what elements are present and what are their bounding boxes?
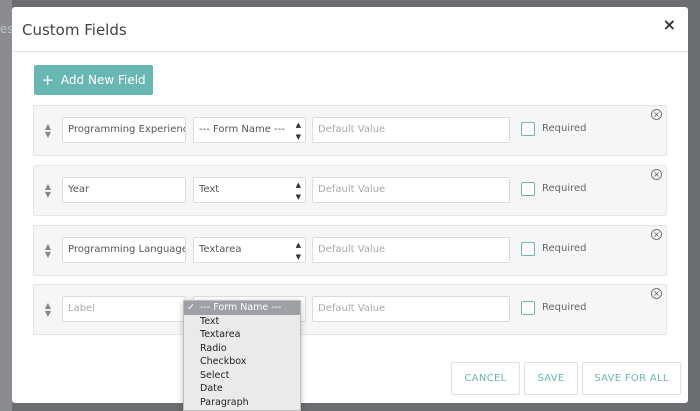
default-value-input[interactable]: Default Value: [312, 237, 510, 263]
required-checkbox[interactable]: [521, 242, 535, 256]
cancel-button[interactable]: CANCEL: [451, 362, 520, 395]
select-arrows-icon: ▲ ▼: [295, 181, 301, 201]
checkmark-icon: ✓: [187, 302, 195, 313]
default-value-input[interactable]: Default Value: [312, 117, 510, 143]
select-arrows-icon: ▲ ▼: [295, 241, 301, 261]
add-new-field-button[interactable]: + Add New Field: [34, 65, 153, 95]
dropdown-option-form-name[interactable]: ✓ --- Form Name ---: [184, 301, 300, 315]
close-icon[interactable]: ×: [663, 15, 676, 34]
drag-handle-icon[interactable]: ▲ ▼: [43, 183, 53, 199]
add-new-field-label: Add New Field: [60, 73, 146, 87]
default-value-input[interactable]: Default Value: [312, 177, 510, 203]
dropdown-option-checkbox[interactable]: Checkbox: [184, 355, 300, 369]
field-type-select[interactable]: --- Form Name --- ▲ ▼: [193, 117, 306, 143]
remove-field-icon[interactable]: ×: [651, 109, 662, 120]
field-type-dropdown[interactable]: ✓ --- Form Name --- Text Textarea Radio …: [183, 300, 301, 411]
drag-handle-icon[interactable]: ▲ ▼: [43, 302, 53, 318]
dropdown-option-date[interactable]: Date: [184, 382, 300, 396]
required-checkbox[interactable]: [521, 122, 535, 136]
save-for-all-button[interactable]: SAVE FOR ALL: [582, 362, 681, 395]
remove-field-icon[interactable]: ×: [651, 169, 662, 180]
field-row: ▲ ▼ Label Default Value Required ×: [33, 284, 667, 335]
required-label: Required: [542, 302, 587, 313]
field-type-value: Textarea: [199, 244, 242, 255]
label-input[interactable]: Programming Languages: [62, 237, 186, 263]
drag-handle-icon[interactable]: ▲ ▼: [43, 123, 53, 139]
field-row: ▲ ▼ Year Text ▲ ▼ Default Value Required ×: [33, 165, 667, 216]
dropdown-option-textarea[interactable]: Textarea: [184, 328, 300, 342]
required-checkbox[interactable]: [521, 182, 535, 196]
field-type-value: --- Form Name ---: [199, 124, 285, 135]
custom-fields-modal: Custom Fields × + Add New Field ▲ ▼ Progr…: [12, 7, 688, 403]
modal-title: Custom Fields: [22, 21, 127, 39]
save-button[interactable]: SAVE: [524, 362, 578, 395]
required-label: Required: [542, 123, 587, 134]
dropdown-option-select[interactable]: Select: [184, 369, 300, 383]
field-row: ▲ ▼ Programming Experience --- Form Name …: [33, 105, 667, 156]
select-arrows-icon: ▲ ▼: [295, 121, 301, 141]
dropdown-option-radio[interactable]: Radio: [184, 342, 300, 356]
required-label: Required: [542, 183, 587, 194]
field-row: ▲ ▼ Programming Languages Textarea ▲ ▼ Def…: [33, 225, 667, 276]
required-checkbox[interactable]: [521, 301, 535, 315]
remove-field-icon[interactable]: ×: [651, 229, 662, 240]
remove-field-icon[interactable]: ×: [651, 288, 662, 299]
field-type-select[interactable]: Text ▲ ▼: [193, 177, 306, 203]
default-value-input[interactable]: Default Value: [312, 296, 510, 322]
plus-icon: +: [41, 71, 54, 89]
dropdown-option-paragraph[interactable]: Paragraph: [184, 396, 300, 410]
required-label: Required: [542, 243, 587, 254]
dropdown-option-text[interactable]: Text: [184, 315, 300, 329]
field-type-select[interactable]: Textarea ▲ ▼: [193, 237, 306, 263]
modal-header: Custom Fields ×: [12, 7, 688, 52]
label-input[interactable]: Programming Experience: [62, 117, 186, 143]
label-input[interactable]: Label: [62, 296, 186, 322]
field-type-value: Text: [199, 184, 220, 195]
label-input[interactable]: Year: [62, 177, 186, 203]
background-sidebar: [0, 0, 12, 411]
drag-handle-icon[interactable]: ▲ ▼: [43, 243, 53, 259]
